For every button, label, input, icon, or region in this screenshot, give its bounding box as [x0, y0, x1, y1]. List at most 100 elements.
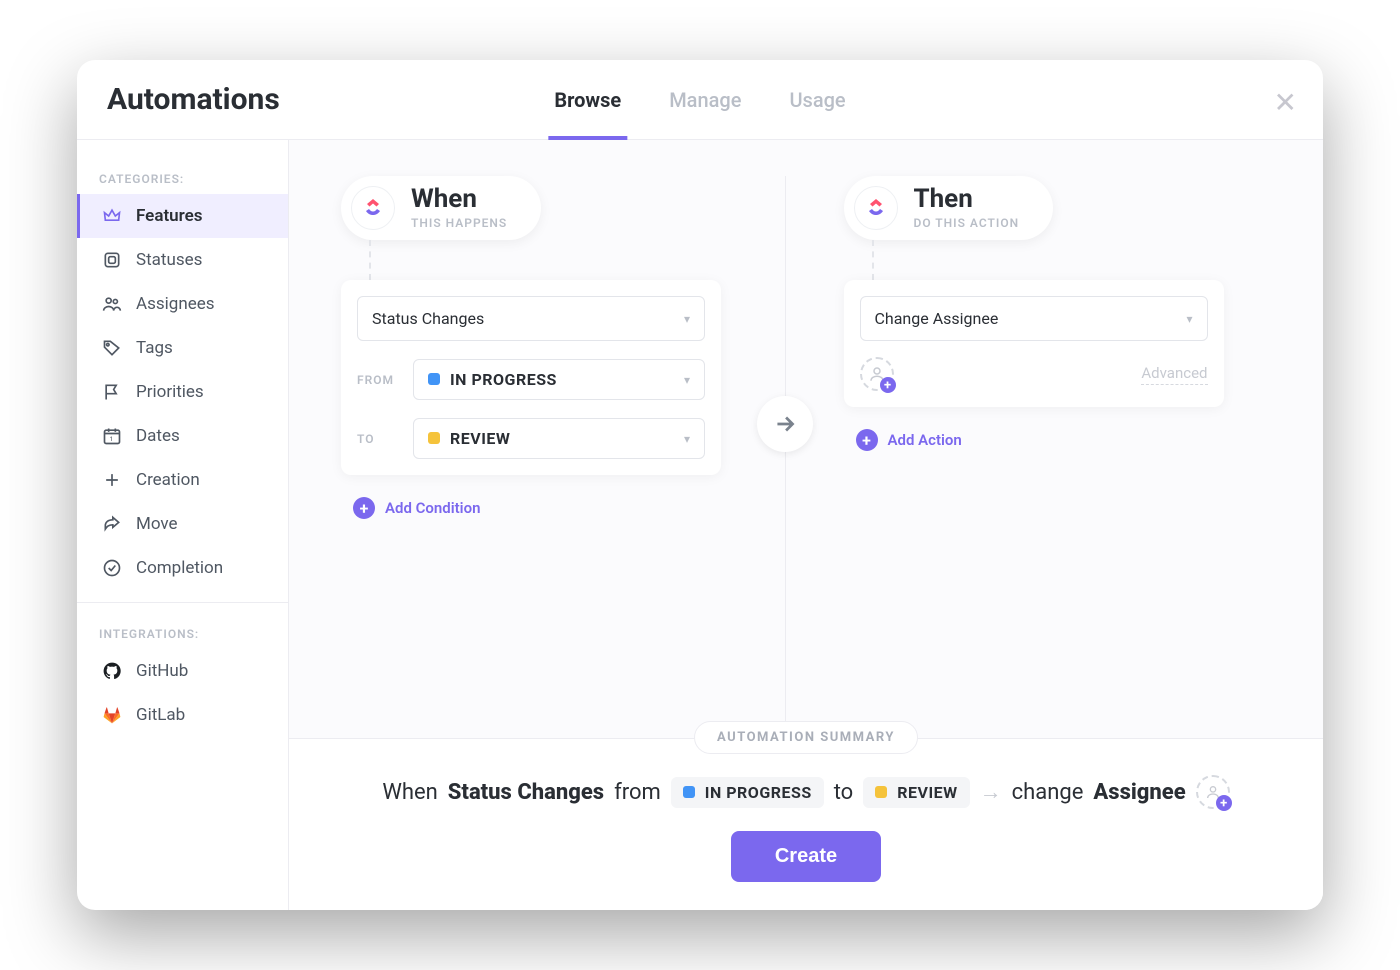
crown-icon — [102, 206, 122, 226]
gitlab-icon — [102, 705, 122, 725]
status-dot-blue — [683, 786, 695, 798]
advanced-link[interactable]: Advanced — [1141, 364, 1207, 385]
sidebar-integrations-heading: INTEGRATIONS: — [77, 615, 288, 649]
to-label: TO — [357, 432, 401, 446]
chevron-down-icon: ▾ — [1186, 312, 1192, 326]
square-icon — [102, 250, 122, 270]
add-assignee-button[interactable] — [860, 357, 894, 391]
when-subtitle: THIS HAPPENS — [411, 216, 507, 230]
tab-usage[interactable]: Usage — [789, 60, 845, 139]
summary-from-word: from — [614, 780, 661, 805]
sidebar-item-label: GitLab — [136, 705, 185, 725]
check-circle-icon — [102, 558, 122, 578]
add-condition-label: Add Condition — [385, 499, 480, 517]
sidebar-item-label: Tags — [136, 338, 173, 358]
tag-icon — [102, 338, 122, 358]
then-pill: Then DO THIS ACTION — [844, 176, 1054, 240]
sidebar-item-label: Dates — [136, 426, 180, 446]
sidebar-item-label: Completion — [136, 558, 223, 578]
github-icon — [102, 661, 122, 681]
sidebar-item-completion[interactable]: Completion — [77, 546, 288, 590]
tab-browse[interactable]: Browse — [554, 60, 621, 139]
action-label: Change Assignee — [875, 309, 999, 328]
summary-section: AUTOMATION SUMMARY When Status Changes f… — [289, 738, 1323, 910]
summary-to-word: to — [834, 780, 854, 805]
to-status-select[interactable]: REVIEW ▾ — [413, 418, 705, 459]
sidebar-item-priorities[interactable]: Priorities — [77, 370, 288, 414]
when-title: When — [411, 186, 507, 212]
summary-from-status-name: IN PROGRESS — [705, 783, 812, 802]
header-tabs: Browse Manage Usage — [554, 60, 845, 139]
status-dot-yellow — [428, 432, 440, 444]
plus-icon — [102, 470, 122, 490]
plus-circle-icon: + — [353, 497, 375, 519]
clickup-logo-icon — [854, 186, 898, 230]
sidebar-item-github[interactable]: GitHub — [77, 649, 288, 693]
add-action-button[interactable]: + Add Action — [856, 429, 962, 451]
summary-to-status: REVIEW — [863, 777, 969, 808]
sidebar-item-dates[interactable]: 1 Dates — [77, 414, 288, 458]
modal-header: Automations Browse Manage Usage ✕ — [77, 60, 1323, 140]
add-condition-button[interactable]: + Add Condition — [353, 497, 480, 519]
then-connector-line — [872, 240, 874, 280]
share-icon — [102, 514, 122, 534]
calendar-icon: 1 — [102, 426, 122, 446]
summary-chip: AUTOMATION SUMMARY — [694, 721, 918, 754]
sidebar-item-label: Assignees — [136, 294, 215, 314]
people-icon — [102, 294, 122, 314]
sidebar-item-statuses[interactable]: Statuses — [77, 238, 288, 282]
sidebar-item-creation[interactable]: Creation — [77, 458, 288, 502]
sidebar-categories-heading: CATEGORIES: — [77, 160, 288, 194]
sidebar-item-label: Features — [136, 206, 203, 226]
modal-body: CATEGORIES: Features Statuses Assignees — [77, 140, 1323, 910]
then-card: Change Assignee ▾ Advanced — [844, 280, 1224, 407]
to-status-name: REVIEW — [450, 429, 510, 448]
chevron-down-icon: ▾ — [684, 373, 690, 387]
sidebar-item-label: GitHub — [136, 661, 188, 681]
tab-manage[interactable]: Manage — [669, 60, 741, 139]
chevron-down-icon: ▾ — [684, 432, 690, 446]
sidebar-item-tags[interactable]: Tags — [77, 326, 288, 370]
when-connector-line — [369, 240, 371, 280]
sidebar-item-label: Move — [136, 514, 178, 534]
summary-add-assignee[interactable] — [1196, 775, 1230, 809]
then-subtitle: DO THIS ACTION — [914, 216, 1020, 230]
builder-main: When THIS HAPPENS Status Changes ▾ FROM — [289, 140, 1323, 910]
summary-target: Assignee — [1093, 780, 1185, 805]
sidebar-item-gitlab[interactable]: GitLab — [77, 693, 288, 737]
arrow-right-icon: → — [980, 779, 1002, 805]
when-card: Status Changes ▾ FROM IN PROGRESS ▾ TO — [341, 280, 721, 475]
sidebar-item-label: Priorities — [136, 382, 204, 402]
svg-text:1: 1 — [110, 435, 114, 443]
automations-modal: Automations Browse Manage Usage ✕ CATEGO… — [77, 60, 1323, 910]
summary-text: When Status Changes from IN PROGRESS to … — [319, 775, 1293, 809]
then-title: Then — [914, 186, 1020, 212]
trigger-label: Status Changes — [372, 309, 484, 328]
close-icon[interactable]: ✕ — [1274, 86, 1297, 119]
action-select[interactable]: Change Assignee ▾ — [860, 296, 1208, 341]
plus-circle-icon: + — [856, 429, 878, 451]
status-dot-yellow — [875, 786, 887, 798]
summary-change-word: change — [1012, 780, 1084, 805]
add-action-label: Add Action — [888, 431, 962, 449]
when-column: When THIS HAPPENS Status Changes ▾ FROM — [325, 176, 785, 728]
chevron-down-icon: ▾ — [684, 312, 690, 326]
summary-trigger: Status Changes — [448, 780, 604, 805]
sidebar: CATEGORIES: Features Statuses Assignees — [77, 140, 289, 910]
clickup-logo-icon — [351, 186, 395, 230]
trigger-select[interactable]: Status Changes ▾ — [357, 296, 705, 341]
from-status-select[interactable]: IN PROGRESS ▾ — [413, 359, 705, 400]
builder-area: When THIS HAPPENS Status Changes ▾ FROM — [289, 140, 1323, 738]
sidebar-divider — [77, 602, 288, 603]
create-button[interactable]: Create — [731, 831, 881, 882]
sidebar-item-features[interactable]: Features — [77, 194, 288, 238]
page-title: Automations — [107, 82, 280, 117]
summary-from-status: IN PROGRESS — [671, 777, 824, 808]
summary-when: When — [382, 780, 437, 805]
sidebar-item-label: Statuses — [136, 250, 202, 270]
sidebar-item-assignees[interactable]: Assignees — [77, 282, 288, 326]
from-label: FROM — [357, 373, 401, 387]
sidebar-item-move[interactable]: Move — [77, 502, 288, 546]
then-column: Then DO THIS ACTION Change Assignee ▾ — [786, 176, 1288, 728]
status-dot-blue — [428, 373, 440, 385]
